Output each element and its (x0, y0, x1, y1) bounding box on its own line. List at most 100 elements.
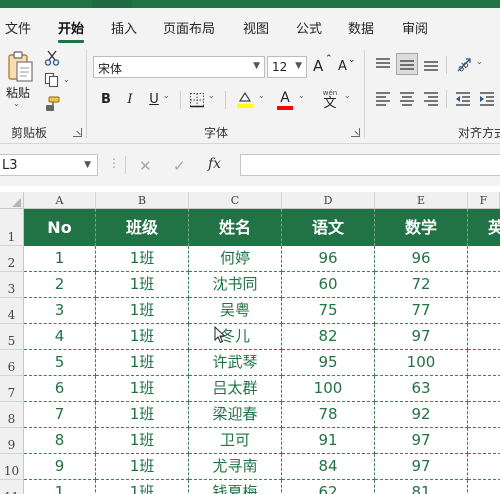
paste-icon[interactable] (6, 50, 36, 84)
orientation-dropdown-icon[interactable]: ⌄ (476, 57, 483, 66)
column-header-e[interactable]: E (375, 192, 468, 209)
column-header-c[interactable]: C (189, 192, 282, 209)
underline-dropdown-icon[interactable]: ⌄ (163, 91, 170, 100)
table-header-cell[interactable]: 姓名 (189, 209, 282, 246)
table-cell[interactable]: 97 (375, 454, 468, 480)
table-cell[interactable]: 1班 (96, 324, 189, 350)
align-center-icon[interactable] (398, 90, 416, 108)
row-header[interactable]: 7 (0, 376, 24, 402)
chevron-down-icon[interactable]: ▼ (295, 61, 302, 71)
table-cell[interactable] (468, 376, 500, 402)
table-cell[interactable]: 1班 (96, 350, 189, 376)
borders-dropdown-icon[interactable]: ⌄ (208, 91, 215, 100)
table-cell[interactable]: 60 (282, 272, 375, 298)
row-header[interactable]: 11 (0, 480, 24, 494)
cancel-entry-icon[interactable]: ✕ (139, 157, 152, 175)
decrease-font-size-icon[interactable]: A (338, 59, 347, 74)
table-cell[interactable]: 62 (282, 480, 375, 494)
table-cell[interactable]: 96 (282, 246, 375, 272)
align-left-icon[interactable] (374, 90, 392, 108)
row-header[interactable]: 3 (0, 272, 24, 298)
font-name-combo[interactable]: 宋体 ▼ (93, 56, 265, 78)
row-header[interactable]: 1 (0, 209, 24, 246)
table-cell[interactable]: 5 (24, 350, 96, 376)
table-cell[interactable]: 72 (375, 272, 468, 298)
table-cell[interactable]: 6 (24, 376, 96, 402)
table-cell[interactable]: 97 (375, 324, 468, 350)
table-cell[interactable]: 1班 (96, 454, 189, 480)
table-header-cell[interactable]: 英 (468, 209, 500, 246)
table-cell[interactable]: 8 (24, 428, 96, 454)
align-right-icon[interactable] (422, 90, 440, 108)
table-cell[interactable]: 1 (24, 246, 96, 272)
tab-file[interactable]: 文件 (5, 18, 31, 37)
table-cell[interactable]: 7 (24, 402, 96, 428)
table-cell[interactable]: 卫可 (189, 428, 282, 454)
table-cell[interactable]: 何婷 (189, 246, 282, 272)
row-header[interactable]: 5 (0, 324, 24, 350)
table-cell[interactable] (468, 324, 500, 350)
table-cell[interactable]: 100 (375, 350, 468, 376)
select-all-button[interactable] (0, 192, 24, 209)
table-cell[interactable]: 75 (282, 298, 375, 324)
table-cell[interactable]: 81 (375, 480, 468, 494)
table-cell[interactable] (468, 272, 500, 298)
table-cell[interactable]: 96 (375, 246, 468, 272)
table-cell[interactable]: 1班 (96, 428, 189, 454)
align-top-icon[interactable] (374, 56, 392, 72)
font-size-combo[interactable]: 12 ▼ (267, 56, 307, 78)
table-cell[interactable]: 84 (282, 454, 375, 480)
table-header-cell[interactable]: 班级 (96, 209, 189, 246)
tab-data[interactable]: 数据 (348, 18, 374, 37)
table-cell[interactable] (468, 454, 500, 480)
table-cell[interactable] (468, 480, 500, 494)
increase-indent-icon[interactable] (478, 90, 496, 108)
table-cell[interactable]: 冬儿 (189, 324, 282, 350)
copy-dropdown-icon[interactable]: ⌄ (63, 75, 70, 84)
table-cell[interactable]: 梁迎春 (189, 402, 282, 428)
cut-icon[interactable] (44, 50, 60, 66)
align-bottom-icon[interactable] (422, 56, 440, 72)
fill-color-icon[interactable] (236, 90, 254, 110)
table-header-cell[interactable]: No (24, 209, 96, 246)
table-cell[interactable]: 尤寻南 (189, 454, 282, 480)
paste-dropdown-icon[interactable]: ⌄ (13, 99, 20, 108)
tab-view[interactable]: 视图 (243, 18, 269, 37)
confirm-entry-icon[interactable]: ✓ (173, 157, 186, 175)
borders-icon[interactable] (189, 92, 205, 108)
row-header[interactable]: 8 (0, 402, 24, 428)
table-cell[interactable]: 91 (282, 428, 375, 454)
table-cell[interactable]: 1班 (96, 376, 189, 402)
table-cell[interactable]: 63 (375, 376, 468, 402)
table-cell[interactable] (468, 402, 500, 428)
tab-page-layout[interactable]: 页面布局 (163, 18, 215, 37)
name-box[interactable]: L3 ▼ (0, 154, 98, 176)
clipboard-launcher-icon[interactable] (73, 128, 82, 137)
table-cell[interactable]: 1班 (96, 246, 189, 272)
table-cell[interactable]: 4 (24, 324, 96, 350)
table-cell[interactable] (468, 428, 500, 454)
column-header-b[interactable]: B (96, 192, 189, 209)
tab-home[interactable]: 开始 (58, 18, 84, 37)
table-cell[interactable]: 78 (282, 402, 375, 428)
table-cell[interactable]: 沈书同 (189, 272, 282, 298)
underline-button[interactable]: U (144, 89, 164, 111)
table-cell[interactable]: 100 (282, 376, 375, 402)
table-cell[interactable]: 吕太群 (189, 376, 282, 402)
font-color-dropdown-icon[interactable]: ⌄ (298, 91, 305, 100)
table-cell[interactable]: 1 (24, 480, 96, 494)
table-cell[interactable] (468, 350, 500, 376)
column-header-f[interactable]: F (468, 192, 500, 209)
table-cell[interactable]: 1班 (96, 272, 189, 298)
table-cell[interactable]: 1班 (96, 402, 189, 428)
table-header-cell[interactable]: 数学 (375, 209, 468, 246)
italic-button[interactable]: I (120, 89, 140, 111)
table-cell[interactable]: 77 (375, 298, 468, 324)
bold-button[interactable]: B (96, 89, 116, 111)
row-header[interactable]: 6 (0, 350, 24, 376)
formula-input[interactable] (240, 154, 500, 176)
table-cell[interactable]: 97 (375, 428, 468, 454)
tab-insert[interactable]: 插入 (111, 18, 137, 37)
column-header-a[interactable]: A (24, 192, 96, 209)
table-cell[interactable] (468, 246, 500, 272)
